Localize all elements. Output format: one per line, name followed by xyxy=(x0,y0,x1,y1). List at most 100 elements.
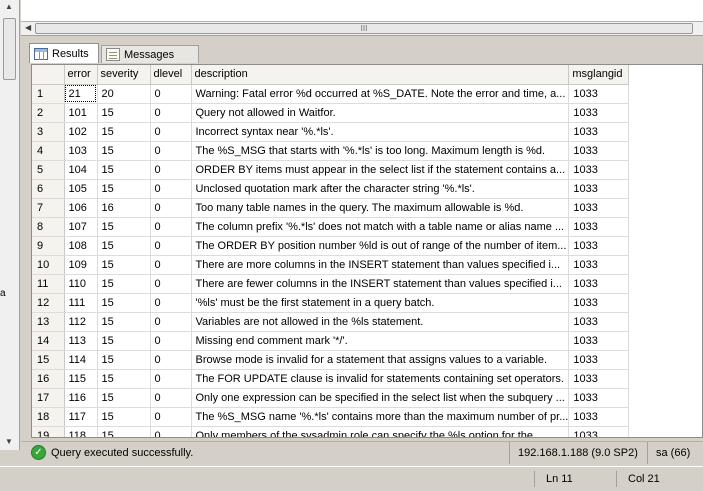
table-row[interactable]: 3 102 15 0 Incorrect syntax near '%.*ls'. 103… xyxy=(32,122,630,142)
results-grid[interactable]: error severity dlevel description msglan… xyxy=(31,64,703,438)
cell-dlevel[interactable]: 0 xyxy=(150,369,192,389)
cell-description[interactable]: Warning: Fatal error %d occurred at %S_D… xyxy=(191,84,570,104)
cell-error[interactable]: 104 xyxy=(64,160,98,180)
cell-severity[interactable]: 15 xyxy=(97,350,151,370)
cell-description[interactable]: Only one expression can be specified in … xyxy=(191,388,570,408)
cell-severity[interactable]: 15 xyxy=(97,179,151,199)
cell-description[interactable]: Missing end comment mark '*/'. xyxy=(191,331,570,351)
table-row[interactable]: 2 101 15 0 Query not allowed in Waitfor. 1033 xyxy=(32,103,630,123)
cell-rownum[interactable]: 18 xyxy=(32,407,65,427)
cell-severity[interactable]: 15 xyxy=(97,160,151,180)
cell-description[interactable]: Browse mode is invalid for a statement t… xyxy=(191,350,570,370)
cell-dlevel[interactable]: 0 xyxy=(150,236,192,256)
column-header-description[interactable]: description xyxy=(191,65,570,85)
cell-rownum[interactable]: 4 xyxy=(32,141,65,161)
cell-error[interactable]: 110 xyxy=(64,274,98,294)
cell-error[interactable]: 106 xyxy=(64,198,98,218)
cell-severity[interactable]: 15 xyxy=(97,331,151,351)
cell-rownum[interactable]: 17 xyxy=(32,388,65,408)
cell-msglangid[interactable]: 1033 xyxy=(568,426,630,437)
cell-description[interactable]: Query not allowed in Waitfor. xyxy=(191,103,570,123)
cell-dlevel[interactable]: 0 xyxy=(150,103,192,123)
cell-dlevel[interactable]: 0 xyxy=(150,198,192,218)
cell-msglangid[interactable]: 1033 xyxy=(568,217,630,237)
cell-dlevel[interactable]: 0 xyxy=(150,274,192,294)
table-row[interactable]: 9 108 15 0 The ORDER BY position number %ld … xyxy=(32,236,630,256)
cell-dlevel[interactable]: 0 xyxy=(150,141,192,161)
outer-vertical-scrollbar[interactable]: ▲ ▼ xyxy=(0,0,20,450)
tab-results[interactable]: Results xyxy=(29,43,99,63)
table-row[interactable]: 19 118 15 0 Only members of the sysadmin rol… xyxy=(32,426,630,437)
cell-msglangid[interactable]: 1033 xyxy=(568,388,630,408)
cell-rownum[interactable]: 3 xyxy=(32,122,65,142)
editor-scroll-thumb[interactable]: III xyxy=(35,23,693,34)
cell-error[interactable]: 113 xyxy=(64,331,98,351)
cell-error[interactable]: 117 xyxy=(64,407,98,427)
cell-severity[interactable]: 20 xyxy=(97,84,151,104)
column-header-rownum[interactable] xyxy=(32,65,65,85)
cell-msglangid[interactable]: 1033 xyxy=(568,84,630,104)
table-row[interactable]: 17 116 15 0 Only one expression can be speci… xyxy=(32,388,630,408)
tab-messages[interactable]: Messages xyxy=(101,45,199,63)
cell-msglangid[interactable]: 1033 xyxy=(568,255,630,275)
query-editor[interactable] xyxy=(21,0,703,22)
cell-error[interactable]: 103 xyxy=(64,141,98,161)
cell-msglangid[interactable]: 1033 xyxy=(568,236,630,256)
cell-msglangid[interactable]: 1033 xyxy=(568,122,630,142)
cell-severity[interactable]: 15 xyxy=(97,255,151,275)
cell-msglangid[interactable]: 1033 xyxy=(568,141,630,161)
table-row[interactable]: 10 109 15 0 There are more columns in the IN… xyxy=(32,255,630,275)
scroll-left-arrow-icon[interactable]: ◀ xyxy=(25,23,31,32)
cell-description[interactable]: Incorrect syntax near '%.*ls'. xyxy=(191,122,570,142)
table-row[interactable]: 6 105 15 0 Unclosed quotation mark after the… xyxy=(32,179,630,199)
cell-description[interactable]: Only members of the sysadmin role can sp… xyxy=(191,426,570,437)
cell-error[interactable]: 102 xyxy=(64,122,98,142)
cell-rownum[interactable]: 11 xyxy=(32,274,65,294)
cell-error[interactable]: 112 xyxy=(64,312,98,332)
cell-msglangid[interactable]: 1033 xyxy=(568,331,630,351)
cell-dlevel[interactable]: 0 xyxy=(150,293,192,313)
cell-rownum[interactable]: 7 xyxy=(32,198,65,218)
cell-severity[interactable]: 15 xyxy=(97,236,151,256)
cell-msglangid[interactable]: 1033 xyxy=(568,198,630,218)
cell-dlevel[interactable]: 0 xyxy=(150,179,192,199)
cell-dlevel[interactable]: 0 xyxy=(150,388,192,408)
table-row[interactable]: 14 113 15 0 Missing end comment mark '*/'. 10… xyxy=(32,331,630,351)
table-row[interactable]: 7 106 16 0 Too many table names in the query… xyxy=(32,198,630,218)
cell-severity[interactable]: 15 xyxy=(97,388,151,408)
cell-dlevel[interactable]: 0 xyxy=(150,312,192,332)
cell-severity[interactable]: 15 xyxy=(97,122,151,142)
scroll-down-arrow-icon[interactable]: ▼ xyxy=(5,437,13,446)
cell-description[interactable]: The %S_MSG name '%.*ls' contains more th… xyxy=(191,407,570,427)
column-header-msglangid[interactable]: msglangid xyxy=(568,65,630,85)
cell-rownum[interactable]: 1 xyxy=(32,84,65,104)
cell-severity[interactable]: 15 xyxy=(97,217,151,237)
cell-msglangid[interactable]: 1033 xyxy=(568,274,630,294)
table-row[interactable]: 18 117 15 0 The %S_MSG name '%.*ls' contains… xyxy=(32,407,630,427)
cell-msglangid[interactable]: 1033 xyxy=(568,312,630,332)
cell-description[interactable]: There are more columns in the INSERT sta… xyxy=(191,255,570,275)
column-header-error[interactable]: error xyxy=(64,65,98,85)
cell-error[interactable]: 107 xyxy=(64,217,98,237)
cell-error[interactable]: 114 xyxy=(64,350,98,370)
table-row[interactable]: 16 115 15 0 The FOR UPDATE clause is invalid… xyxy=(32,369,630,389)
table-row[interactable]: 13 112 15 0 Variables are not allowed in the… xyxy=(32,312,630,332)
scroll-thumb[interactable] xyxy=(3,18,16,80)
cell-dlevel[interactable]: 0 xyxy=(150,350,192,370)
column-header-severity[interactable]: severity xyxy=(97,65,151,85)
table-row[interactable]: 11 110 15 0 There are fewer columns in the I… xyxy=(32,274,630,294)
cell-description[interactable]: The FOR UPDATE clause is invalid for sta… xyxy=(191,369,570,389)
cell-dlevel[interactable]: 0 xyxy=(150,217,192,237)
cell-dlevel[interactable]: 0 xyxy=(150,122,192,142)
cell-msglangid[interactable]: 1033 xyxy=(568,350,630,370)
cell-rownum[interactable]: 6 xyxy=(32,179,65,199)
cell-dlevel[interactable]: 0 xyxy=(150,84,192,104)
cell-severity[interactable]: 15 xyxy=(97,369,151,389)
cell-description[interactable]: The column prefix '%.*ls' does not match… xyxy=(191,217,570,237)
cell-description[interactable]: ORDER BY items must appear in the select… xyxy=(191,160,570,180)
cell-error[interactable]: 115 xyxy=(64,369,98,389)
cell-description[interactable]: Too many table names in the query. The m… xyxy=(191,198,570,218)
column-header-dlevel[interactable]: dlevel xyxy=(150,65,192,85)
cell-error[interactable]: 108 xyxy=(64,236,98,256)
cell-error[interactable]: 111 xyxy=(64,293,98,313)
